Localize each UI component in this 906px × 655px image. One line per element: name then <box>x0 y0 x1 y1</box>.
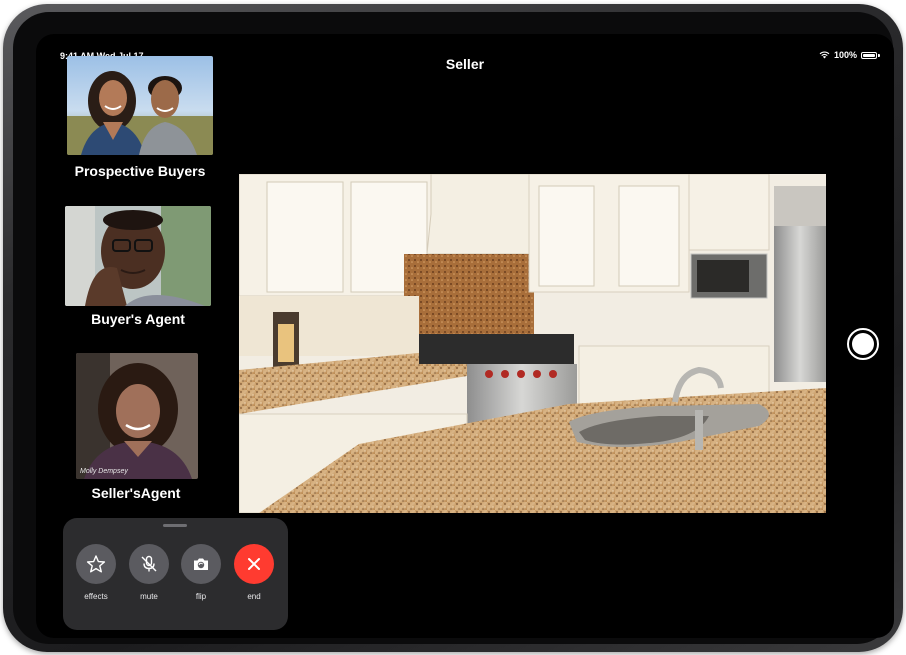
tablet-bezel: 9:41 AM Wed Jul 17 100% Seller <box>13 12 894 644</box>
close-icon <box>248 558 260 570</box>
mute-button-circle[interactable] <box>129 544 169 584</box>
end-call-button-circle[interactable] <box>234 544 274 584</box>
mute-button[interactable]: mute <box>124 544 174 601</box>
effects-button[interactable]: effects <box>71 544 121 601</box>
star-icon <box>86 555 106 573</box>
kitchen-video <box>239 174 826 513</box>
end-label: end <box>247 592 261 601</box>
mic-off-icon <box>141 555 157 572</box>
end-call-button[interactable]: end <box>229 544 279 601</box>
panel-grabber-handle[interactable] <box>163 524 187 527</box>
participant-tile-prospective-buyers[interactable] <box>67 56 213 155</box>
shutter-icon <box>852 333 874 355</box>
prospective-buyers-video <box>67 56 213 155</box>
flip-button-circle[interactable] <box>181 544 221 584</box>
participant-label-buyers-agent: Buyer's Agent <box>91 311 185 327</box>
participant-label-sellers-agent: Seller'sAgent <box>91 485 181 501</box>
participant-tile-sellers-agent[interactable]: Molly Dempsey <box>76 353 198 479</box>
effects-label: effects <box>84 592 108 601</box>
participant-label-prospective-buyers: Prospective Buyers <box>74 163 206 179</box>
sellers-agent-video <box>76 353 198 479</box>
flip-label: flip <box>195 592 207 601</box>
flip-button[interactable]: flip <box>176 544 226 601</box>
participant-caption: Molly Dempsey <box>80 468 128 475</box>
shutter-button[interactable] <box>847 328 879 360</box>
camera-flip-icon <box>194 558 208 570</box>
participant-tile-buyers-agent[interactable] <box>65 206 211 306</box>
effects-button-circle[interactable] <box>76 544 116 584</box>
call-controls-panel: effects mute flip end <box>63 518 288 630</box>
tablet-device-frame: 9:41 AM Wed Jul 17 100% Seller <box>3 4 903 652</box>
buyers-agent-video <box>65 206 211 306</box>
mute-label: mute <box>140 592 158 601</box>
facetime-call-screen: 9:41 AM Wed Jul 17 100% Seller <box>36 34 894 638</box>
main-video-feed[interactable] <box>239 174 826 513</box>
